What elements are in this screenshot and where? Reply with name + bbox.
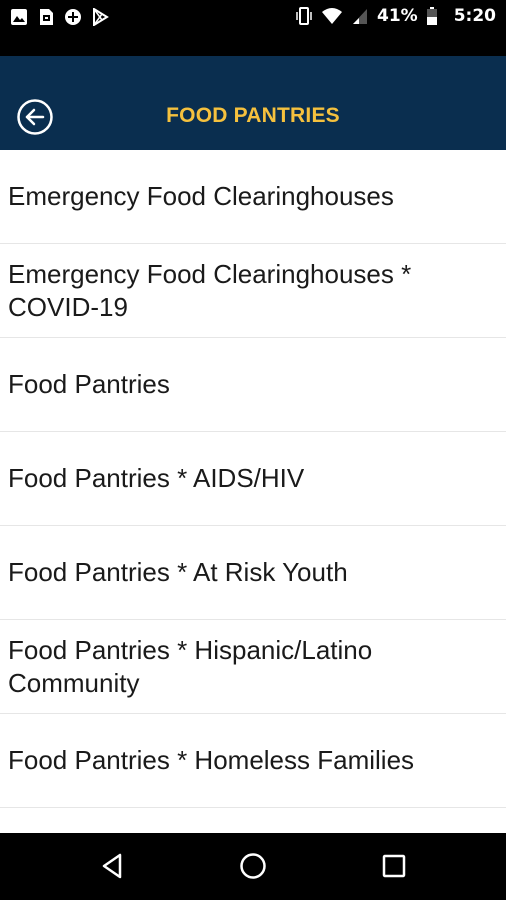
list-item-label: Food Pantries xyxy=(8,369,170,399)
nav-back-icon xyxy=(98,853,128,885)
list-item[interactable]: Food Pantries * Hispanic/Latino Communit… xyxy=(0,620,506,714)
list-item-label: Emergency Food Clearinghouses xyxy=(8,181,394,211)
list-item-label: Food Pantries * Homeless Families xyxy=(8,745,415,775)
status-notification-icons xyxy=(10,7,109,27)
list-item-label: Food Pantries * AIDS/HIV xyxy=(8,463,305,493)
sim-message-icon xyxy=(37,8,55,26)
list-item[interactable]: Food Pantries * AIDS/HIV xyxy=(0,432,506,526)
nav-back-button[interactable] xyxy=(98,851,128,881)
category-list: Emergency Food Clearinghouses Emergency … xyxy=(0,150,506,833)
status-system-indicators: 41% 5:20 xyxy=(295,6,496,26)
list-item[interactable]: Food Pantries xyxy=(0,338,506,432)
nav-recents-icon xyxy=(379,854,409,885)
list-item-label: Food Pantries * At Risk Youth xyxy=(8,557,348,587)
page-title: FOOD PANTRIES xyxy=(166,104,340,127)
plus-circle-icon xyxy=(64,8,82,26)
list-item-label: Food Pantries * Hispanic/Latino Communit… xyxy=(8,634,373,698)
vibrate-icon xyxy=(295,6,313,26)
list-item[interactable]: Emergency Food Clearinghouses xyxy=(0,150,506,244)
list-item[interactable]: Emergency Food Clearinghouses * COVID-19 xyxy=(0,244,506,338)
battery-icon xyxy=(426,6,438,26)
list-item[interactable]: Food Pantries * Homeless Families xyxy=(0,714,506,808)
signal-icon xyxy=(351,6,369,26)
play-store-icon xyxy=(91,7,109,27)
app-header: FOOD PANTRIES xyxy=(0,56,506,150)
nav-home-button[interactable] xyxy=(238,851,268,881)
nav-home-icon xyxy=(238,853,268,885)
list-item-label: Emergency Food Clearinghouses * COVID-19 xyxy=(8,258,412,322)
list-item[interactable] xyxy=(0,808,506,833)
list-item[interactable]: Food Pantries * At Risk Youth xyxy=(0,526,506,620)
image-icon xyxy=(10,8,28,26)
battery-percent: 41% xyxy=(377,6,418,26)
nav-recents-button[interactable] xyxy=(379,851,409,881)
clock: 5:20 xyxy=(453,6,496,26)
wifi-icon xyxy=(321,6,343,26)
system-nav-bar xyxy=(0,833,506,900)
status-bar: 41% 5:20 xyxy=(0,0,506,56)
